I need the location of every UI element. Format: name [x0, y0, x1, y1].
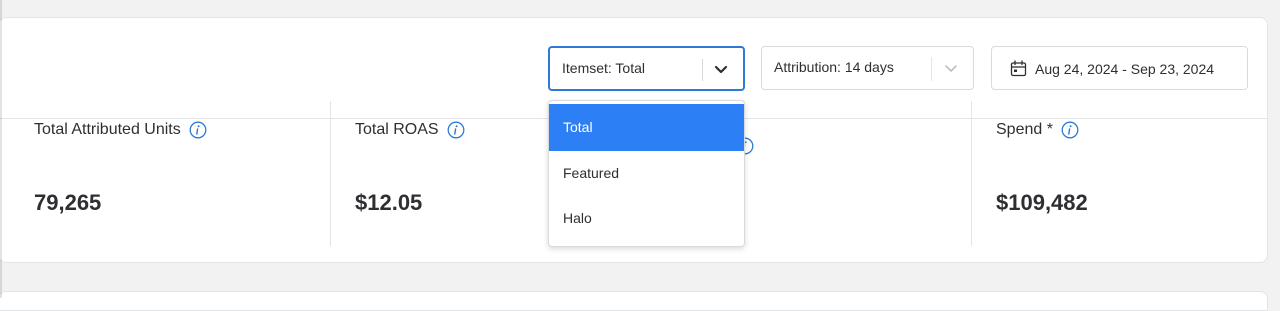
metric-tile-attributed-units: Total Attributed Units 79,265	[10, 101, 330, 246]
chevron-down-icon[interactable]	[713, 61, 729, 77]
metric-value: 79,265	[34, 190, 102, 215]
dropdown-option-featured[interactable]: Featured	[549, 151, 744, 196]
metric-title-text: Spend *	[996, 121, 1053, 138]
info-icon[interactable]	[447, 121, 465, 139]
metric-title: Total ROAS	[355, 121, 465, 139]
metric-title: Total Attributed Units	[34, 121, 207, 139]
chevron-down-icon[interactable]	[944, 61, 958, 75]
itemset-select-label: Itemset: Total	[562, 60, 646, 76]
next-card-edge	[0, 291, 1268, 311]
metric-title: Spend *	[996, 121, 1079, 139]
dropdown-option-total[interactable]: Total	[549, 104, 744, 151]
calendar-icon	[1010, 60, 1027, 77]
info-icon[interactable]	[189, 121, 207, 139]
metric-value: $109,482	[996, 190, 1088, 215]
itemset-select-separator	[702, 59, 703, 81]
metric-title-text: Total Attributed Units	[34, 121, 181, 138]
attribution-select[interactable]: Attribution: 14 days	[761, 46, 974, 90]
itemset-select[interactable]: Itemset: Total	[548, 46, 745, 91]
attribution-select-label: Attribution: 14 days	[774, 59, 894, 75]
metric-tile-spend: Spend * $109,482	[971, 101, 1268, 246]
info-icon[interactable]	[1061, 121, 1079, 139]
window-edge	[0, 0, 2, 298]
metric-title-text: Total ROAS	[355, 121, 439, 138]
attribution-select-separator	[931, 57, 932, 81]
date-range-button[interactable]: Aug 24, 2024 - Sep 23, 2024	[991, 46, 1248, 90]
itemset-dropdown-menu: Total Featured Halo	[548, 100, 745, 247]
date-range-label: Aug 24, 2024 - Sep 23, 2024	[1035, 61, 1215, 77]
dropdown-option-halo[interactable]: Halo	[549, 196, 744, 241]
metric-value: $12.05	[355, 190, 423, 215]
